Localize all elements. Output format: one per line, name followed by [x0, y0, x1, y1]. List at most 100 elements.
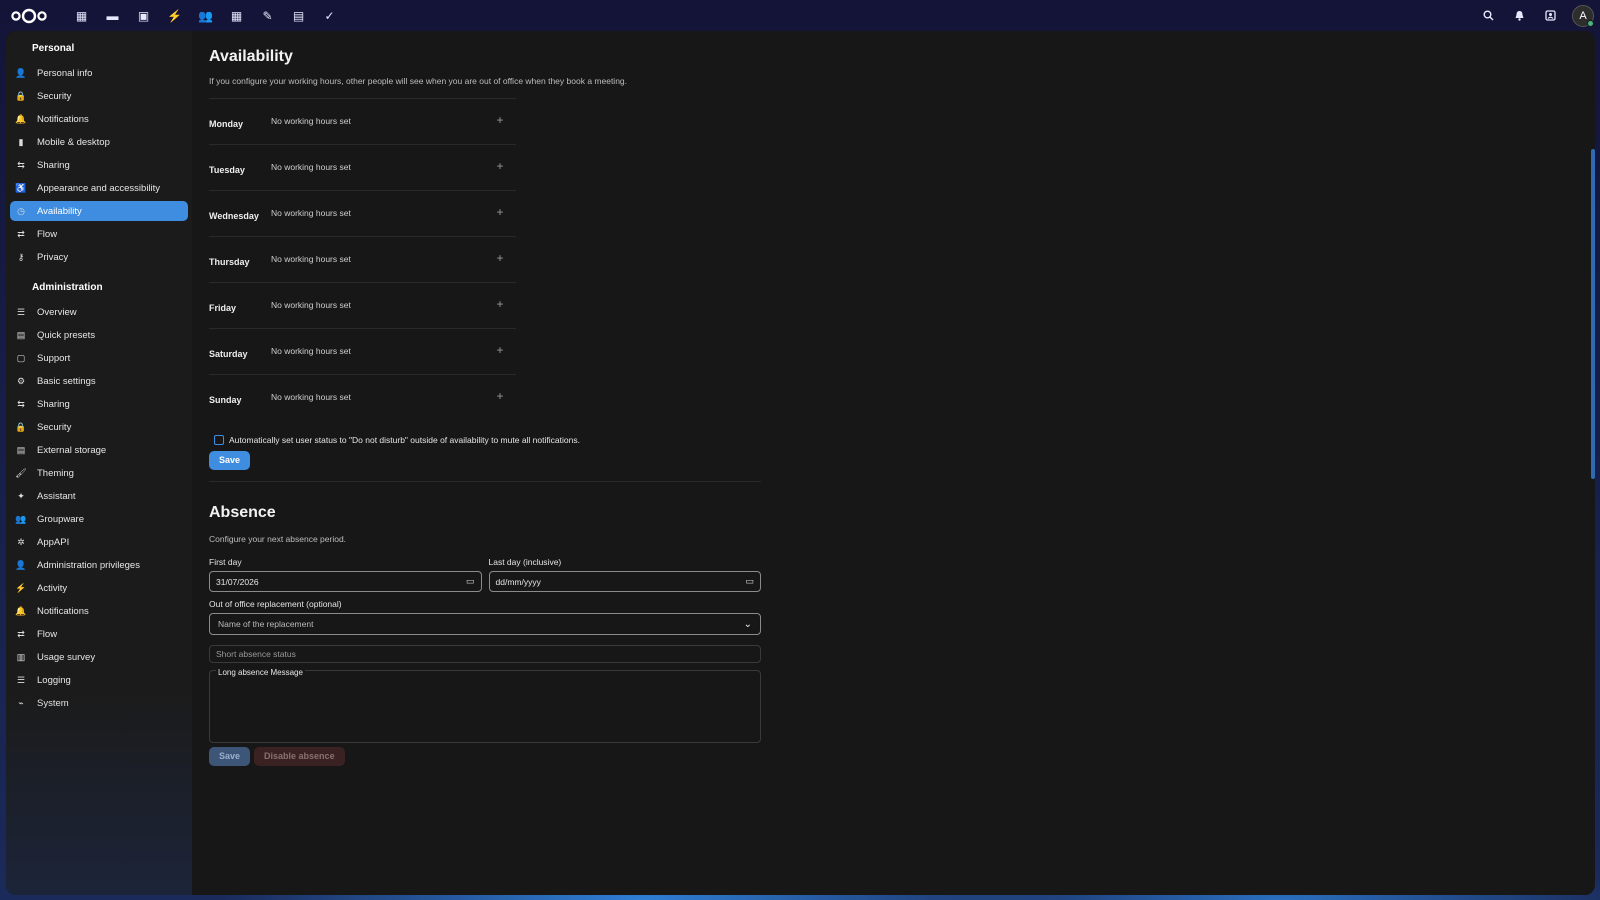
scrollbar[interactable] [1591, 149, 1595, 479]
sidebar-item-label: Security [37, 90, 72, 102]
sidebar-item-security[interactable]: 🔒 Security [10, 86, 188, 106]
add-slot-icon[interactable]: + [492, 158, 508, 174]
sidebar-item-security[interactable]: 🔒 Security [10, 417, 188, 437]
add-slot-icon[interactable]: + [492, 388, 508, 404]
day-name: Wednesday [209, 210, 259, 221]
sidebar-item-label: Sharing [37, 398, 70, 410]
sidebar-item-notifications[interactable]: 🔔 Notifications [10, 601, 188, 621]
day-status: No working hours set [271, 207, 351, 218]
nextcloud-logo[interactable] [10, 6, 48, 26]
sidebar-item-basic-settings[interactable]: ⚙ Basic settings [10, 371, 188, 391]
sidebar-item-external-storage[interactable]: ▤ External storage [10, 440, 188, 460]
sidebar-item-mobile-desktop[interactable]: ▮ Mobile & desktop [10, 132, 188, 152]
accessibility-icon: ♿ [15, 182, 27, 193]
files-icon[interactable]: ▬ [97, 0, 128, 31]
assistant-icon: ✦ [17, 490, 25, 501]
sidebar-item-notifications[interactable]: 🔔 Notifications [10, 109, 188, 129]
day-row: Sunday No working hours set + [209, 374, 516, 420]
contacts-menu-icon[interactable] [1535, 0, 1566, 31]
day-status: No working hours set [271, 299, 351, 310]
dnd-checkbox-row[interactable]: Automatically set user status to "Do not… [209, 435, 1595, 445]
sidebar-item-label: Administration privileges [37, 559, 140, 571]
clock-icon: ◷ [17, 205, 25, 216]
tasks-icon[interactable]: ✓ [314, 0, 345, 31]
sidebar-item-system[interactable]: ⌁ System [10, 693, 188, 713]
sidebar-item-usage-survey[interactable]: ▥ Usage survey [10, 647, 188, 667]
sidebar-item-availability[interactable]: ◷ Availability [10, 201, 188, 221]
sidebar-item-flow[interactable]: ⇄ Flow [10, 224, 188, 244]
short-status-input[interactable]: Short absence status [209, 645, 761, 663]
dnd-checkbox[interactable] [214, 435, 224, 445]
sidebar-item-overview[interactable]: ☰ Overview [10, 302, 188, 322]
sidebar-item-administration-privileges[interactable]: 👤 Administration privileges [10, 555, 188, 575]
avatar[interactable]: A [1572, 4, 1594, 27]
sidebar-item-label: Flow [37, 228, 58, 240]
replacement-select[interactable]: Name of the replacement ⌄ [209, 613, 761, 635]
sidebar-item-quick-presets[interactable]: ▤ Quick presets [10, 325, 188, 345]
sidebar-item-sharing[interactable]: ⇆ Sharing [10, 394, 188, 414]
long-message-textarea[interactable]: Long absence Message [209, 668, 761, 743]
calendar-icon[interactable]: ▭ [466, 576, 475, 587]
sidebar-item-flow[interactable]: ⇄ Flow [10, 624, 188, 644]
sidebar-item-label: Notifications [37, 113, 89, 125]
dnd-checkbox-label[interactable]: Automatically set user status to "Do not… [229, 435, 580, 445]
support-icon: ▢ [16, 352, 26, 363]
sidebar-item-support[interactable]: ▢ Support [10, 348, 188, 368]
sidebar-item-sharing[interactable]: ⇆ Sharing [10, 155, 188, 175]
sidebar-item-label: Groupware [37, 513, 84, 525]
availability-save-button[interactable]: Save [209, 451, 251, 470]
sidebar-item-appearance-and-accessibility[interactable]: ♿ Appearance and accessibility [10, 178, 188, 198]
sidebar-item-label: Security [37, 421, 72, 433]
sidebar-item-theming[interactable]: 🖌 Theming [10, 463, 188, 483]
sidebar-item-label: Flow [37, 628, 58, 640]
flow-icon: ⇄ [17, 628, 25, 639]
settings-sidebar: Personal 👤 Personal info 🔒 Security 🔔 Notific… [6, 31, 192, 895]
add-slot-icon[interactable]: + [492, 342, 508, 358]
sidebar-item-privacy[interactable]: ⚷ Privacy [10, 247, 188, 267]
sidebar-item-activity[interactable]: ⚡ Activity [10, 578, 188, 598]
day-status: No working hours set [271, 345, 351, 356]
absence-title: Absence [209, 504, 276, 521]
first-day-input[interactable]: 31/07/2026 ▭ [209, 571, 482, 592]
sidebar-item-label: AppAPI [37, 536, 70, 548]
add-slot-icon[interactable]: + [492, 112, 508, 128]
privileges-icon: 👤 [15, 559, 27, 570]
absence-dates: First day 31/07/2026 ▭ Last day (inclusi… [209, 557, 761, 592]
overview-icon: ☰ [16, 306, 26, 317]
dashboard-icon[interactable]: ▦ [66, 0, 97, 31]
sidebar-item-personal-info[interactable]: 👤 Personal info [10, 63, 188, 83]
deck-icon[interactable]: ▤ [283, 0, 314, 31]
section-divider [209, 481, 761, 482]
app-menu: ▦ ▬ ▣ ⚡ 👥 ▦ ✎ ▤ ✓ [66, 0, 345, 31]
activity-icon[interactable]: ⚡ [159, 0, 190, 31]
activity-icon: ⚡ [15, 582, 27, 593]
last-day-input[interactable]: dd/mm/yyyy ▭ [488, 571, 761, 592]
sidebar-item-groupware[interactable]: 👥 Groupware [10, 509, 188, 529]
photos-icon[interactable]: ▣ [128, 0, 159, 31]
calendar-icon[interactable]: ▦ [221, 0, 252, 31]
absence-save-button[interactable]: Save [209, 747, 251, 766]
replacement-label: Out of office replacement (optional) [209, 599, 342, 609]
notifications-icon[interactable] [1504, 0, 1535, 31]
long-message-label: Long absence Message [216, 668, 305, 677]
day-name: Tuesday [209, 164, 245, 175]
administration-caption: Administration [32, 282, 103, 293]
sidebar-item-assistant[interactable]: ✦ Assistant [10, 486, 188, 506]
contacts-icon[interactable]: 👥 [190, 0, 221, 31]
add-slot-icon[interactable]: + [492, 296, 508, 312]
theming-icon: 🖌 [15, 467, 27, 478]
notes-icon[interactable]: ✎ [252, 0, 283, 31]
sidebar-item-logging[interactable]: ☰ Logging [10, 670, 188, 690]
add-slot-icon[interactable]: + [492, 250, 508, 266]
sidebar-item-label: Logging [37, 674, 71, 686]
calendar-icon[interactable]: ▭ [745, 576, 754, 587]
day-row: Monday No working hours set + [209, 98, 516, 144]
sidebar-item-label: Activity [37, 582, 68, 594]
add-slot-icon[interactable]: + [492, 204, 508, 220]
first-day-label: First day [209, 557, 242, 567]
first-day-field: First day 31/07/2026 ▭ [209, 557, 482, 592]
day-name: Thursday [209, 256, 250, 267]
search-icon[interactable] [1473, 0, 1504, 31]
sidebar-item-appapi[interactable]: ✲ AppAPI [10, 532, 188, 552]
disable-absence-button[interactable]: Disable absence [254, 747, 345, 766]
